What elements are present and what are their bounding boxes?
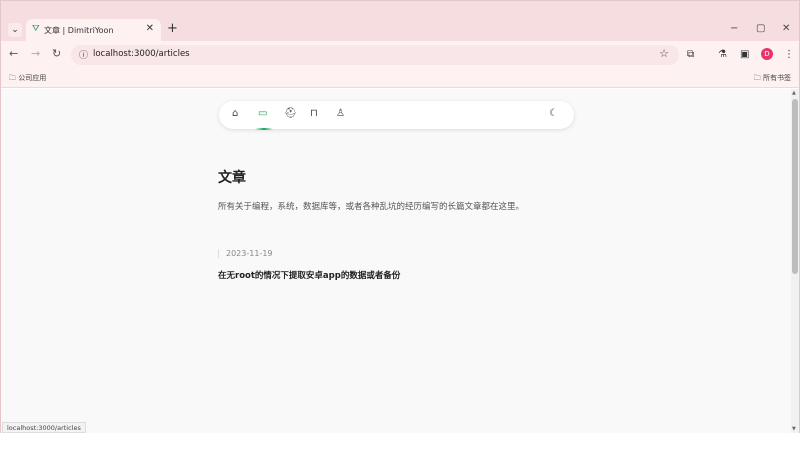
projects-icon[interactable]: ⛑ [284,108,297,119]
url-text: localhost:3000/articles [93,49,190,59]
about-icon[interactable]: ♙ [336,108,345,119]
tab-search-button[interactable]: ⌄ [8,23,22,37]
home-icon[interactable]: ⌂ [232,108,238,119]
bookmark-star-icon[interactable]: ☆ [659,47,669,60]
side-panel-icon[interactable]: ▣ [740,49,749,60]
browser-toolbar: ← → ↻ ⓘ localhost:3000/articles ☆ ⧉ ⚗ ▣ … [1,41,799,69]
tab-articles[interactable]: ⛛ 文章 | DimitriYoon ✕ [26,19,161,41]
active-nav-indicator [255,128,273,130]
page-description: 所有关于编程，系统，数据库等，或者各种乱坑的经历编写的长篇文章都在这里。 [218,202,525,212]
article-title-link[interactable]: 在无root的情况下提取安卓app的数据或者备份 [218,269,400,281]
site-favicon-icon: ⛛ [32,24,40,34]
site-nav: ⌂ ▭ ⛑ ⊓ ♙ ☾ [219,101,574,129]
moon-icon[interactable]: ☾ [549,108,558,119]
tab-title: 文章 | DimitriYoon [44,26,114,35]
tab-close-icon[interactable]: ✕ [146,23,154,34]
article-date: 2023-11-19 [218,249,273,258]
all-bookmarks-label: 所有书签 [763,74,791,82]
all-bookmarks-folder[interactable]: 🗀 所有书签 [754,73,791,85]
bookmarks-icon[interactable]: ⊓ [310,108,318,119]
minimize-button[interactable]: − [730,23,738,34]
address-bar[interactable]: ⓘ localhost:3000/articles ☆ [71,45,679,65]
reload-icon[interactable]: ↻ [52,47,61,60]
page-content: ⌂ ▭ ⛑ ⊓ ♙ ☾ 文章 所有关于编程，系统，数据库等，或者各种乱坑的经历编… [1,89,791,434]
site-info-icon[interactable]: ⓘ [79,48,88,61]
bottom-margin [0,433,800,450]
close-window-button[interactable]: ✕ [782,23,790,34]
bookmark-folder-company[interactable]: 🗀 公司应用 [9,73,46,85]
bookmarks-bar: 🗀 公司应用 🗀 所有书签 [1,69,799,88]
scrollbar-thumb[interactable] [792,99,798,274]
labs-flask-icon[interactable]: ⚗ [718,49,727,60]
status-bar-url: localhost:3000/articles [2,422,86,433]
tab-strip: ⌄ ⛛ 文章 | DimitriYoon ✕ + − ▢ ✕ [1,1,799,41]
maximize-button[interactable]: ▢ [756,23,765,34]
page-title: 文章 [218,170,246,186]
back-icon[interactable]: ← [9,47,18,60]
new-tab-button[interactable]: + [167,21,178,36]
articles-icon[interactable]: ▭ [258,108,267,119]
bookmark-folder-label: 公司应用 [18,74,47,82]
profile-avatar[interactable]: D [761,48,773,60]
scroll-down-icon[interactable]: ▼ [792,426,796,432]
forward-icon[interactable]: → [31,47,40,60]
menu-kebab-icon[interactable]: ⋮ [784,49,794,60]
scroll-up-icon[interactable]: ▲ [792,90,796,96]
browser-window: ⌄ ⛛ 文章 | DimitriYoon ✕ + − ▢ ✕ ← → ↻ ⓘ l… [0,0,800,450]
extensions-icon[interactable]: ⧉ [687,49,694,60]
